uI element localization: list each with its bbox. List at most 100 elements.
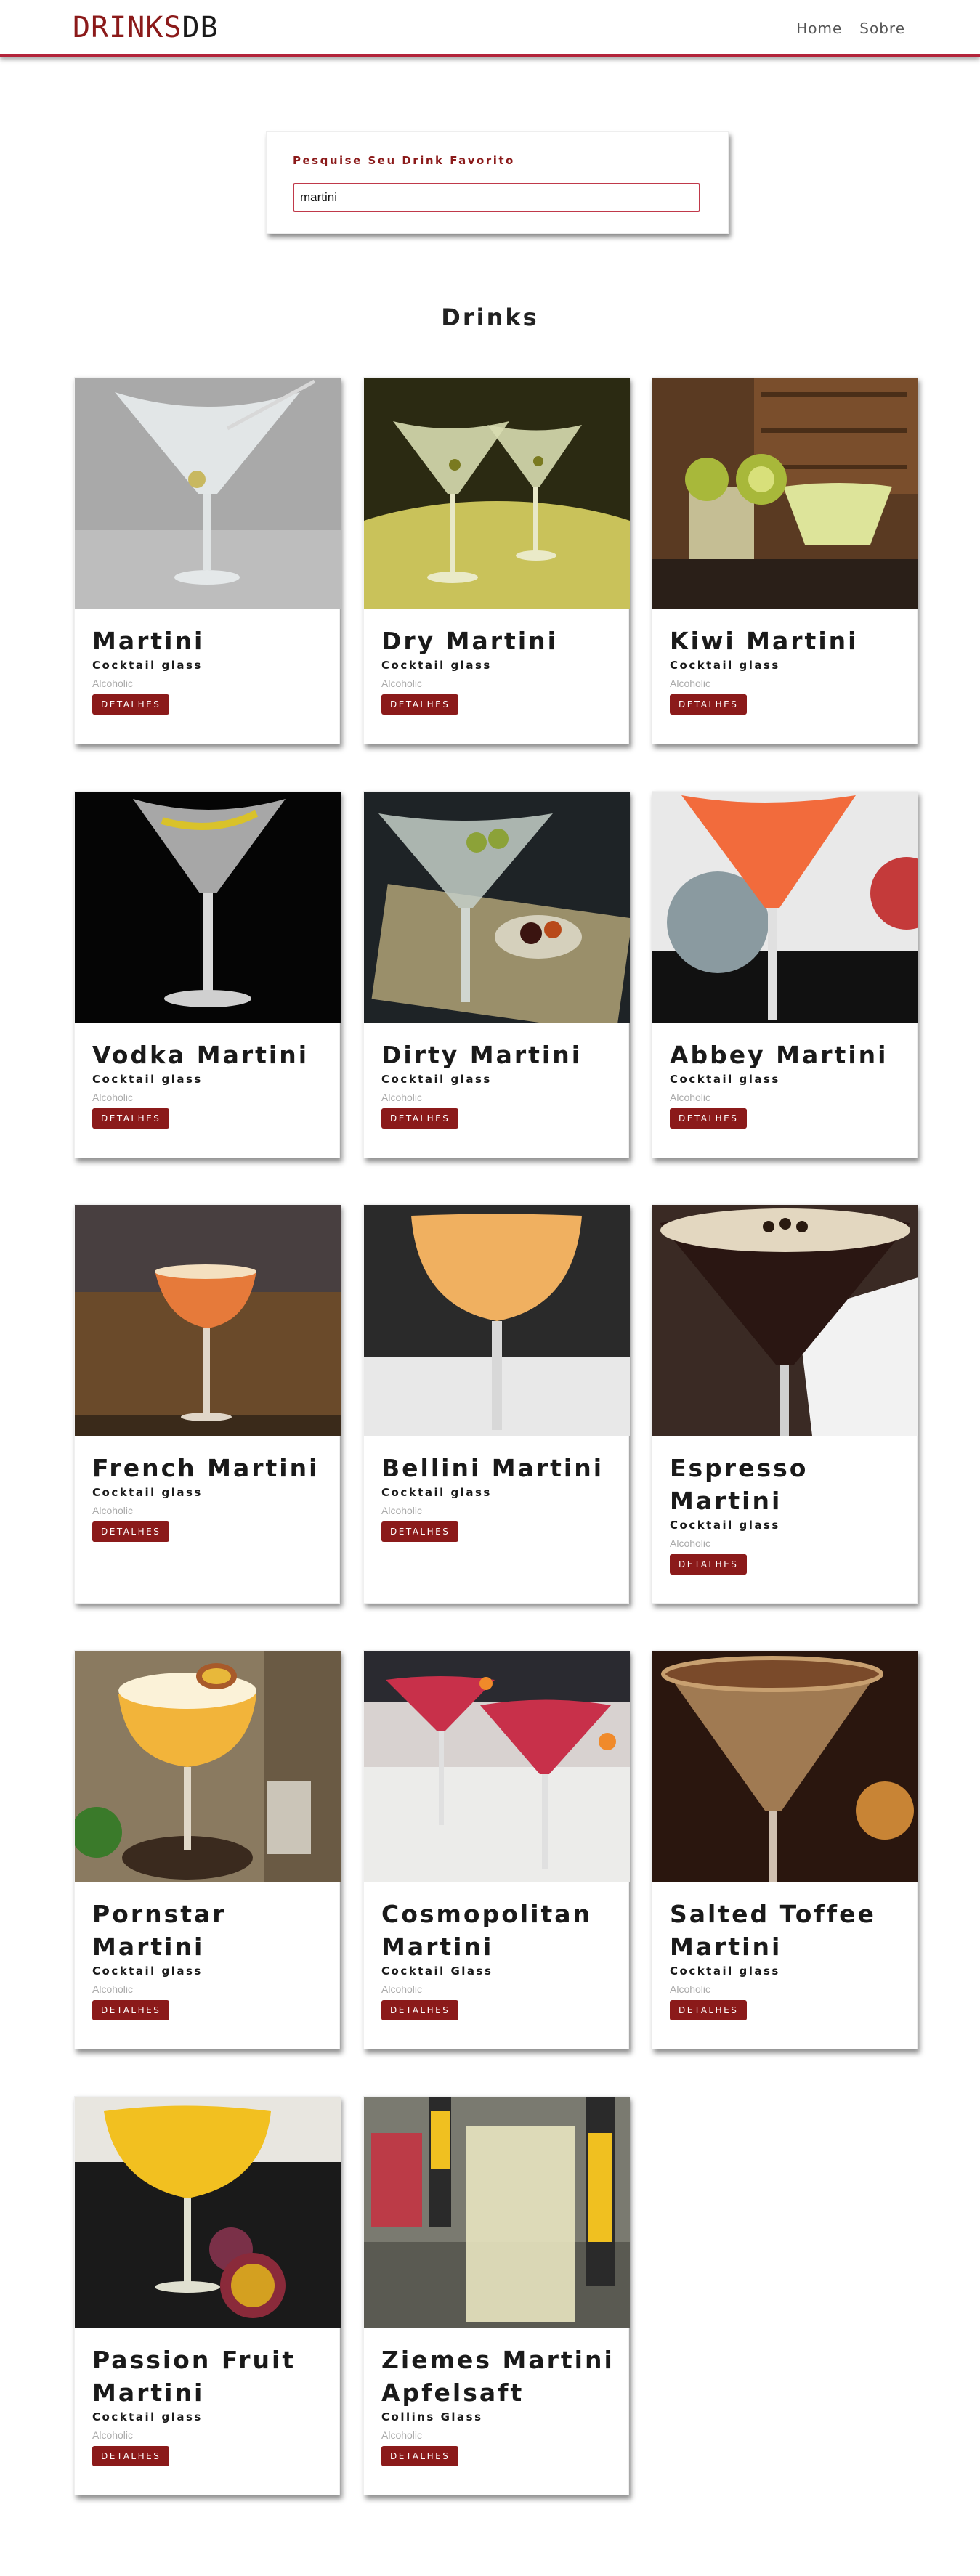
drink-glass: Cocktail glass	[381, 1073, 492, 1086]
drink-name: French Martini	[92, 1454, 320, 1482]
drink-alcoholic: Alcoholic	[92, 678, 134, 689]
drink-image[interactable]	[652, 1651, 918, 1882]
details-button[interactable]: DETALHES	[670, 1108, 748, 1129]
drink-glass: Cocktail glass	[92, 659, 203, 672]
details-button[interactable]: DETALHES	[381, 1108, 459, 1129]
drink-glass: Cocktail glass	[670, 1073, 780, 1086]
drink-name: Kiwi Martini	[670, 627, 859, 655]
drink-glass: Cocktail glass	[670, 659, 780, 672]
details-button[interactable]: DETALHES	[92, 694, 170, 715]
details-button[interactable]: DETALHES	[670, 2000, 748, 2020]
drink-glass: Collins Glass	[381, 2410, 483, 2423]
drink-alcoholic: Alcoholic	[381, 1983, 423, 1995]
details-button[interactable]: DETALHES	[381, 1521, 459, 1542]
drink-image[interactable]	[75, 2097, 341, 2328]
drink-image[interactable]	[75, 792, 341, 1023]
drink-name: Ziemes Martini Apfelsaft	[381, 2346, 615, 2407]
drink-glass: Cocktail glass	[92, 2410, 203, 2423]
card-body: Dirty Martini Cocktail glass Alcoholic D…	[381, 1039, 620, 1129]
card-body: Salted Toffee Martini Cocktail glass Alc…	[670, 1898, 908, 2020]
drink-alcoholic: Alcoholic	[381, 678, 423, 689]
drink-alcoholic: Alcoholic	[92, 2429, 134, 2441]
drink-image[interactable]	[364, 792, 630, 1023]
drink-alcoholic: Alcoholic	[92, 1505, 134, 1516]
brand-logo[interactable]: DRINKSDB	[73, 12, 219, 44]
drink-glass: Cocktail glass	[381, 1486, 492, 1499]
drink-card: Pornstar Martini Cocktail glass Alcoholi…	[74, 1650, 341, 2049]
card-body: Martini Cocktail glass Alcoholic DETALHE…	[92, 625, 331, 715]
drink-name: Cosmopolitan Martini	[381, 1900, 593, 1961]
drink-alcoholic: Alcoholic	[381, 2429, 423, 2441]
card-body: Pornstar Martini Cocktail glass Alcoholi…	[92, 1898, 331, 2020]
details-button[interactable]: DETALHES	[670, 1554, 748, 1575]
drink-card: French Martini Cocktail glass Alcoholic …	[74, 1204, 341, 1604]
drink-glass: Cocktail glass	[670, 1519, 780, 1532]
nav-link-sobre[interactable]: Sobre	[859, 20, 905, 37]
nav-link-home[interactable]: Home	[796, 20, 842, 37]
drink-glass: Cocktail glass	[92, 1073, 203, 1086]
drink-alcoholic: Alcoholic	[670, 678, 711, 689]
card-body: Kiwi Martini Cocktail glass Alcoholic DE…	[670, 625, 908, 715]
drink-name: Martini	[92, 627, 205, 655]
drink-image[interactable]	[75, 378, 341, 609]
drink-card: Abbey Martini Cocktail glass Alcoholic D…	[652, 791, 918, 1158]
drink-image[interactable]	[364, 2097, 630, 2328]
details-button[interactable]: DETALHES	[381, 2000, 459, 2020]
card-body: Bellini Martini Cocktail glass Alcoholic…	[381, 1452, 620, 1542]
details-button[interactable]: DETALHES	[381, 694, 459, 715]
drink-card: Vodka Martini Cocktail glass Alcoholic D…	[74, 791, 341, 1158]
drink-alcoholic: Alcoholic	[381, 1092, 423, 1103]
card-body: Vodka Martini Cocktail glass Alcoholic D…	[92, 1039, 331, 1129]
drink-card: Espresso Martini Cocktail glass Alcoholi…	[652, 1204, 918, 1604]
drink-alcoholic: Alcoholic	[92, 1092, 134, 1103]
brand-part-db: DB	[182, 11, 219, 44]
drink-image[interactable]	[75, 1205, 341, 1436]
search-box: Pesquise Seu Drink Favorito	[266, 131, 729, 234]
drink-card: Passion Fruit Martini Cocktail glass Alc…	[74, 2096, 341, 2495]
details-button[interactable]: DETALHES	[92, 2000, 170, 2020]
drink-alcoholic: Alcoholic	[670, 1537, 711, 1549]
drink-image[interactable]	[652, 792, 918, 1023]
nav-links: Home Sobre	[796, 20, 905, 37]
drink-image[interactable]	[652, 1205, 918, 1436]
drink-image[interactable]	[652, 378, 918, 609]
search-label: Pesquise Seu Drink Favorito	[293, 154, 515, 167]
drink-card: Dirty Martini Cocktail glass Alcoholic D…	[363, 791, 630, 1158]
details-button[interactable]: DETALHES	[381, 2446, 459, 2466]
drink-image[interactable]	[364, 1651, 630, 1882]
drink-card: Cosmopolitan Martini Cocktail Glass Alco…	[363, 1650, 630, 2049]
drink-image[interactable]	[364, 1205, 630, 1436]
drink-image[interactable]	[364, 378, 630, 609]
drink-name: Passion Fruit Martini	[92, 2346, 296, 2407]
drink-card: Salted Toffee Martini Cocktail glass Alc…	[652, 1650, 918, 2049]
drink-card: Bellini Martini Cocktail glass Alcoholic…	[363, 1204, 630, 1604]
section-title: Drinks	[441, 304, 539, 331]
drink-name: Vodka Martini	[92, 1041, 309, 1069]
card-body: Espresso Martini Cocktail glass Alcoholi…	[670, 1452, 908, 1575]
drink-name: Dirty Martini	[381, 1041, 583, 1069]
brand-part-drinks: DRINKS	[73, 11, 182, 44]
drink-alcoholic: Alcoholic	[381, 1505, 423, 1516]
drink-glass: Cocktail glass	[381, 659, 492, 672]
drink-name: Dry Martini	[381, 627, 558, 655]
details-button[interactable]: DETALHES	[92, 1108, 170, 1129]
drink-glass: Cocktail Glass	[381, 1964, 493, 1978]
card-body: Cosmopolitan Martini Cocktail Glass Alco…	[381, 1898, 620, 2020]
search-input[interactable]	[293, 183, 700, 212]
drink-name: Salted Toffee Martini	[670, 1900, 876, 1961]
drink-name: Abbey Martini	[670, 1041, 888, 1069]
details-button[interactable]: DETALHES	[670, 694, 748, 715]
drink-card: Kiwi Martini Cocktail glass Alcoholic DE…	[652, 377, 918, 744]
card-body: Dry Martini Cocktail glass Alcoholic DET…	[381, 625, 620, 715]
drink-image[interactable]	[75, 1651, 341, 1882]
drink-glass: Cocktail glass	[670, 1964, 780, 1978]
card-body: Ziemes Martini Apfelsaft Collins Glass A…	[381, 2344, 620, 2466]
details-button[interactable]: DETALHES	[92, 2446, 170, 2466]
details-button[interactable]: DETALHES	[92, 1521, 170, 1542]
drink-name: Pornstar Martini	[92, 1900, 227, 1961]
card-body: Abbey Martini Cocktail glass Alcoholic D…	[670, 1039, 908, 1129]
drink-alcoholic: Alcoholic	[92, 1983, 134, 1995]
card-body: Passion Fruit Martini Cocktail glass Alc…	[92, 2344, 331, 2466]
drink-card: Martini Cocktail glass Alcoholic DETALHE…	[74, 377, 341, 744]
drink-glass: Cocktail glass	[92, 1486, 203, 1499]
